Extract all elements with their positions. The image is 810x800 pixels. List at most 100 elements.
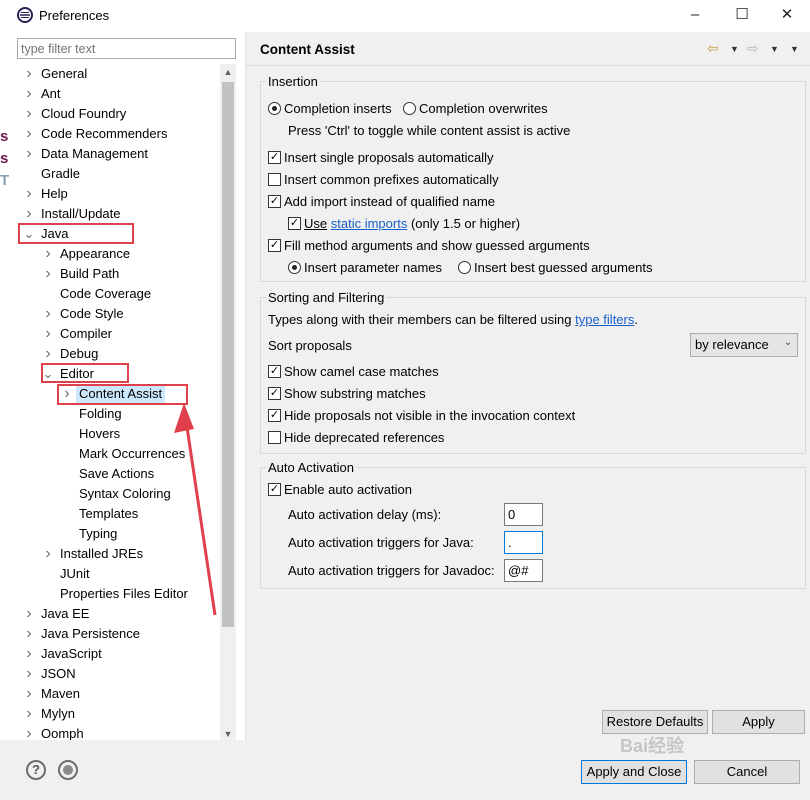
tree-item-appearance[interactable]: › Appearance [17, 244, 220, 264]
tree-item-label: Java EE [41, 606, 90, 621]
completion-inserts-radio[interactable] [268, 102, 281, 115]
chevron-right-icon[interactable]: › [23, 664, 35, 684]
chevron-right-icon[interactable]: › [23, 684, 35, 704]
chevron-right-icon[interactable]: › [23, 84, 35, 104]
hide-not-visible-checkbox[interactable]: ✓ [268, 409, 281, 422]
chevron-right-icon[interactable]: › [23, 624, 35, 644]
tree-item-label: JSON [41, 666, 76, 681]
tree-item-javascript[interactable]: › JavaScript [17, 644, 220, 664]
checkbox-label: Hide proposals not visible in the invoca… [284, 408, 576, 423]
single-proposals-checkbox[interactable]: ✓ [268, 151, 281, 164]
menu-icon[interactable]: ▼ [790, 44, 799, 54]
java-triggers-label: Auto activation triggers for Java: [288, 535, 474, 550]
java-triggers-input[interactable]: . [504, 531, 543, 554]
chevron-right-icon[interactable]: › [23, 64, 35, 84]
chevron-right-icon[interactable]: › [42, 304, 54, 324]
checkbox-label: Show substring matches [284, 386, 426, 401]
insert-parameter-names-radio[interactable] [288, 261, 301, 274]
dropdown-icon[interactable]: ▼ [770, 44, 779, 54]
oomph-record-icon[interactable] [58, 760, 78, 780]
static-imports-link[interactable]: static imports [331, 216, 408, 231]
type-filters-link[interactable]: type filters [575, 312, 634, 327]
minimize-button[interactable]: – [684, 4, 706, 26]
tree-item-java-persistence[interactable]: › Java Persistence [17, 624, 220, 644]
chevron-right-icon[interactable]: › [23, 184, 35, 204]
tree-item-general[interactable]: › General [17, 64, 220, 84]
tree-item-gradle[interactable]: Gradle [17, 164, 220, 184]
close-button[interactable]: ✕ [776, 4, 798, 26]
hide-deprecated-checkbox[interactable] [268, 431, 281, 444]
tree-item-mylyn[interactable]: › Mylyn [17, 704, 220, 724]
background-text: T [0, 172, 10, 189]
delay-input[interactable]: 0 [504, 503, 543, 526]
sort-proposals-select[interactable]: by relevance ⌄ [690, 333, 798, 357]
scroll-up-icon[interactable]: ▲ [220, 64, 236, 80]
common-prefixes-checkbox[interactable] [268, 173, 281, 186]
maximize-button[interactable]: ☐ [731, 4, 753, 26]
chevron-right-icon[interactable]: › [42, 324, 54, 344]
chevron-right-icon[interactable]: › [23, 104, 35, 124]
tree-item-label: Maven [41, 686, 81, 701]
apply-and-close-button[interactable]: Apply and Close [581, 760, 687, 784]
checkbox-label: Fill method arguments and show guessed a… [284, 238, 590, 253]
tree-item-debug[interactable]: › Debug [17, 344, 220, 364]
toggle-hint: Press 'Ctrl' to toggle while content ass… [288, 123, 571, 138]
checkbox-label: Use static imports (only 1.5 or higher) [304, 216, 520, 231]
enable-auto-activation-checkbox[interactable]: ✓ [268, 483, 281, 496]
tree-item-code-style[interactable]: › Code Style [17, 304, 220, 324]
javadoc-triggers-input[interactable]: @# [504, 559, 543, 582]
substring-checkbox[interactable]: ✓ [268, 387, 281, 400]
tree-item-install-update[interactable]: › Install/Update [17, 204, 220, 224]
chevron-right-icon[interactable]: › [23, 204, 35, 224]
tree-item-label: Debug [60, 346, 99, 361]
chevron-right-icon[interactable]: › [42, 264, 54, 284]
chevron-right-icon[interactable]: › [23, 644, 35, 664]
apply-button[interactable]: Apply [712, 710, 805, 734]
filter-input[interactable] [17, 38, 236, 59]
insert-best-guessed-radio[interactable] [458, 261, 471, 274]
tree-item-label: Java Persistence [41, 626, 140, 641]
annotation-box-editor [41, 363, 129, 383]
fill-arguments-checkbox[interactable]: ✓ [268, 239, 281, 252]
chevron-right-icon[interactable]: › [42, 244, 54, 264]
tree-item-label: Mylyn [41, 706, 75, 721]
tree-item-data-management[interactable]: › Data Management [17, 144, 220, 164]
use-text: Use [304, 216, 328, 231]
completion-overwrites-radio[interactable] [403, 102, 416, 115]
checkbox-label: Insert single proposals automatically [284, 150, 494, 165]
chevron-right-icon[interactable]: › [23, 124, 35, 144]
tree-item-cloud-foundry[interactable]: › Cloud Foundry [17, 104, 220, 124]
add-import-checkbox[interactable]: ✓ [268, 195, 281, 208]
chevron-right-icon[interactable]: › [42, 544, 54, 564]
back-icon[interactable]: ⇦ [707, 40, 719, 57]
tree-item-json[interactable]: › JSON [17, 664, 220, 684]
tree-item-label: Cloud Foundry [41, 106, 127, 121]
tree-item-ant[interactable]: › Ant [17, 84, 220, 104]
tree-item-build-path[interactable]: › Build Path [17, 264, 220, 284]
eclipse-icon [17, 7, 33, 23]
cancel-button[interactable]: Cancel [694, 760, 800, 784]
static-imports-checkbox[interactable]: ✓ [288, 217, 301, 230]
chevron-right-icon[interactable]: › [23, 144, 35, 164]
chevron-right-icon[interactable]: › [42, 344, 54, 364]
restore-defaults-button[interactable]: Restore Defaults [602, 710, 708, 734]
tree-item-compiler[interactable]: › Compiler [17, 324, 220, 344]
radio-label: Completion overwrites [419, 101, 548, 116]
description-text: Types along with their members can be fi… [268, 312, 572, 327]
chevron-right-icon[interactable]: › [23, 704, 35, 724]
tree-item-label: General [41, 66, 88, 81]
forward-icon[interactable]: ⇨ [747, 40, 759, 57]
tree-item-label: Help [41, 186, 68, 201]
tree-item-code-recommenders[interactable]: › Code Recommenders [17, 124, 220, 144]
background-text: s [0, 128, 9, 145]
camel-case-checkbox[interactable]: ✓ [268, 365, 281, 378]
window-title: Preferences [39, 8, 110, 23]
sort-proposals-label: Sort proposals [268, 338, 352, 353]
tree-item-help[interactable]: › Help [17, 184, 220, 204]
help-icon[interactable]: ? [26, 760, 46, 780]
tree-item-maven[interactable]: › Maven [17, 684, 220, 704]
dropdown-icon[interactable]: ▼ [730, 44, 739, 54]
tree-item-label: Templates [79, 506, 139, 521]
tree-item-code-coverage[interactable]: Code Coverage [17, 284, 220, 304]
chevron-right-icon[interactable]: › [23, 604, 35, 624]
